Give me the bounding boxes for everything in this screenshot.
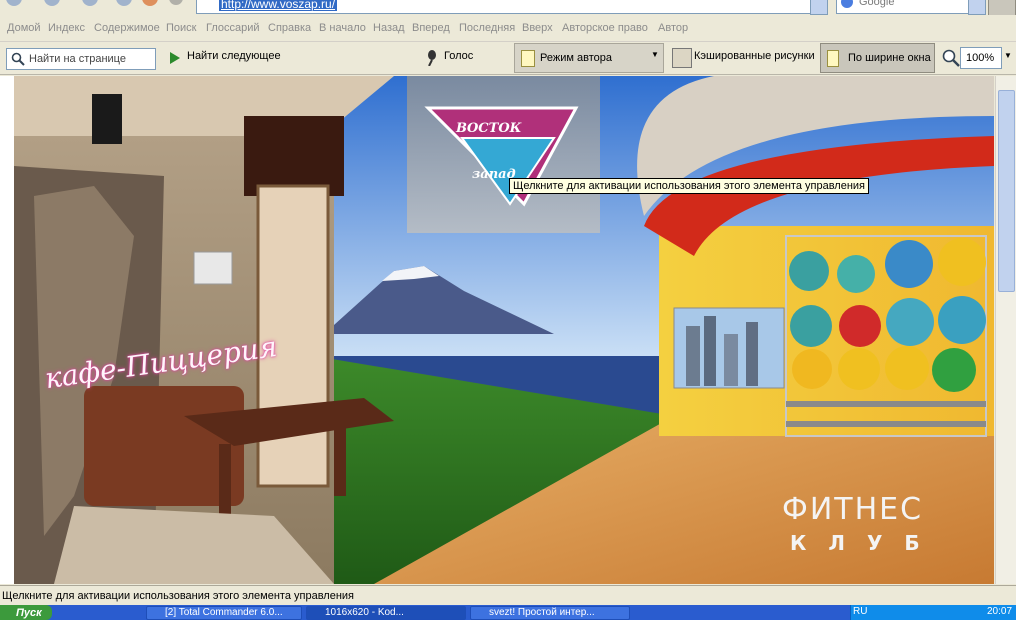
start-button[interactable]: Пуск	[0, 605, 52, 620]
zoom-level-field[interactable]: 100%	[960, 47, 1002, 69]
fitness-subtitle: КЛУБ	[790, 531, 942, 555]
menu-home[interactable]: Домой	[7, 22, 41, 34]
voice-button[interactable]: Голос	[444, 50, 473, 62]
task-editor[interactable]: 1016x620 - Kod...	[306, 606, 466, 620]
zoom-value: 100%	[966, 52, 995, 64]
menu-help[interactable]: Справка	[268, 22, 311, 34]
address-url: http://www.voszap.ru/	[219, 0, 338, 11]
activation-tooltip: Щелкните для активации использования это…	[509, 178, 869, 194]
menu-up[interactable]: Вверх	[522, 22, 553, 34]
find-next-button[interactable]: Найти следующее	[187, 50, 281, 62]
document-icon	[521, 50, 535, 67]
web-search-input[interactable]: Google	[836, 0, 986, 14]
menu-last[interactable]: Последняя	[459, 22, 515, 34]
author-mode-dropdown[interactable]: Режим автора ▼	[514, 43, 664, 73]
zoom-control[interactable]: 100% ▼	[938, 45, 1016, 71]
fitness-title: ФИТНЕС	[782, 492, 924, 527]
cached-images-icon	[672, 48, 692, 68]
task-total-commander[interactable]: [2] Total Commander 6.0...	[146, 606, 302, 620]
play-arrow-icon	[170, 52, 180, 67]
flash-banner[interactable]: ВОСТОК запад кафе-Пиццерия ФИТНЕС КЛУБ	[14, 76, 994, 584]
fit-width-button[interactable]: По ширине окна	[820, 43, 935, 73]
menu-forward[interactable]: Вперед	[412, 22, 450, 34]
system-tray: RU 20:07	[850, 605, 1016, 620]
status-bar: Щелкните для активации использования это…	[0, 585, 1016, 606]
navigation-menu: Домой Индекс Содержимое Поиск Глоссарий …	[0, 17, 1016, 42]
menu-top[interactable]: В начало	[319, 22, 366, 34]
find-placeholder: Найти на странице	[29, 53, 126, 65]
address-dropdown-button[interactable]	[810, 0, 828, 15]
google-icon	[841, 0, 853, 8]
cached-images-button[interactable]: Кэшированные рисунки	[694, 50, 815, 62]
start-label: Пуск	[16, 607, 42, 619]
status-text: Щелкните для активации использования это…	[2, 590, 354, 602]
menu-search[interactable]: Поиск	[166, 22, 196, 34]
fit-width-label: По ширине окна	[848, 52, 931, 64]
reader-toolbar: Найти на странице Найти следующее Голос …	[0, 42, 1016, 75]
scrollbar-thumb[interactable]	[998, 90, 1015, 292]
address-bar-row: http://www.voszap.ru/ Google	[0, 0, 1016, 15]
find-on-page-input[interactable]: Найти на странице	[6, 48, 156, 70]
back-icon[interactable]	[4, 0, 184, 13]
clock: 20:07	[987, 606, 1013, 617]
menu-contents[interactable]: Содержимое	[94, 22, 160, 34]
vertical-scrollbar[interactable]	[995, 76, 1016, 584]
chevron-down-icon: ▼	[651, 50, 659, 59]
menu-back[interactable]: Назад	[373, 22, 405, 34]
menu-glossary[interactable]: Глоссарий	[206, 22, 260, 34]
language-indicator[interactable]: RU	[853, 606, 867, 617]
menu-copyright[interactable]: Авторское право	[562, 22, 648, 34]
search-dropdown-button[interactable]	[968, 0, 986, 15]
task-browser[interactable]: svezt! Простой интер...	[470, 606, 630, 620]
microphone-icon	[425, 50, 439, 69]
zoom-chevron-icon[interactable]: ▼	[1004, 51, 1012, 60]
quick-launch-icons[interactable]	[60, 607, 132, 618]
glasses-icon[interactable]	[988, 0, 1016, 15]
logo-text-east: ВОСТОК	[456, 121, 522, 136]
search-engine-label: Google	[859, 0, 895, 8]
zoom-icon	[942, 49, 960, 70]
menu-index[interactable]: Индекс	[48, 22, 85, 34]
page-margin	[0, 76, 14, 584]
author-mode-label: Режим автора	[540, 52, 612, 64]
address-input[interactable]: http://www.voszap.ru/	[196, 0, 828, 14]
page-width-icon	[827, 50, 839, 67]
magnifier-icon	[11, 52, 25, 69]
menu-author[interactable]: Автор	[658, 22, 688, 34]
taskbar: Пуск [2] Total Commander 6.0... 1016x620…	[0, 605, 1016, 620]
